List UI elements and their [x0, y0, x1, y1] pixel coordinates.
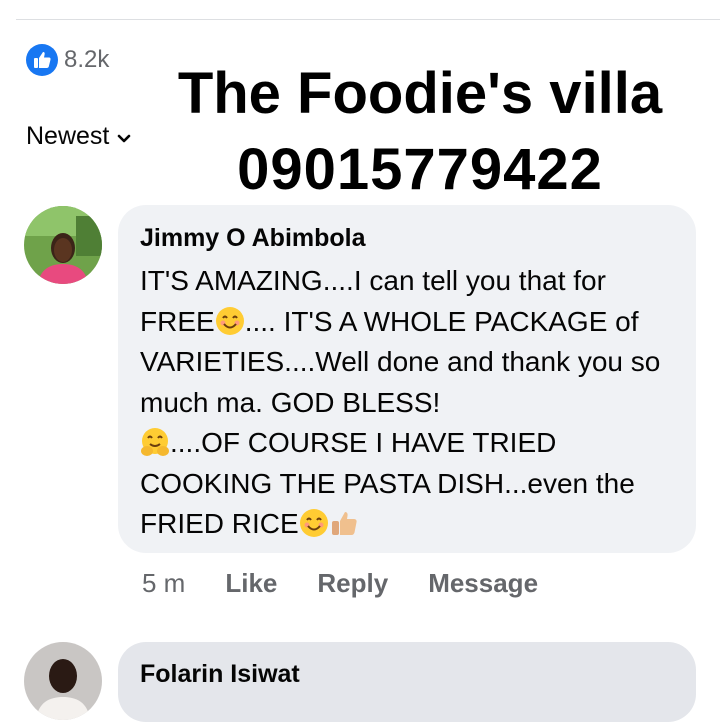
sort-label: Newest	[26, 122, 110, 150]
thumbs-up-icon	[26, 44, 58, 76]
hugging-face-icon	[140, 427, 170, 457]
watermark-phone: 09015779422	[237, 137, 603, 202]
comment-timestamp[interactable]: 5 m	[142, 568, 185, 599]
comment-bubble: Jimmy O Abimbola IT'S AMAZING....I can t…	[118, 205, 696, 553]
message-button[interactable]: Message	[428, 568, 538, 599]
like-button[interactable]: Like	[225, 568, 277, 599]
comment-actions: 5 m Like Reply Message	[142, 568, 538, 599]
watermark-title: The Foodie's villa	[177, 61, 663, 126]
comment-author[interactable]: Folarin Isiwat	[140, 660, 300, 689]
comment-text: IT'S AMAZING....I can tell you that for …	[140, 261, 685, 545]
comment-bubble: Folarin Isiwat	[118, 642, 696, 722]
chevron-down-icon	[117, 122, 131, 151]
smiling-face-icon	[215, 306, 245, 336]
comment-text-part3: ....OF COURSE I HAVE TRIED COOKING THE P…	[140, 427, 635, 539]
reactions-summary[interactable]: 8.2k	[26, 44, 109, 76]
sort-dropdown[interactable]: Newest	[26, 122, 131, 151]
top-divider	[16, 19, 720, 20]
reaction-count: 8.2k	[64, 46, 110, 73]
smiling-face-icon	[299, 508, 329, 538]
avatar[interactable]	[24, 206, 102, 284]
reply-button[interactable]: Reply	[317, 568, 388, 599]
comment-author[interactable]: Jimmy O Abimbola	[140, 224, 366, 253]
thumbs-up-icon	[329, 508, 359, 538]
avatar[interactable]	[24, 642, 102, 720]
